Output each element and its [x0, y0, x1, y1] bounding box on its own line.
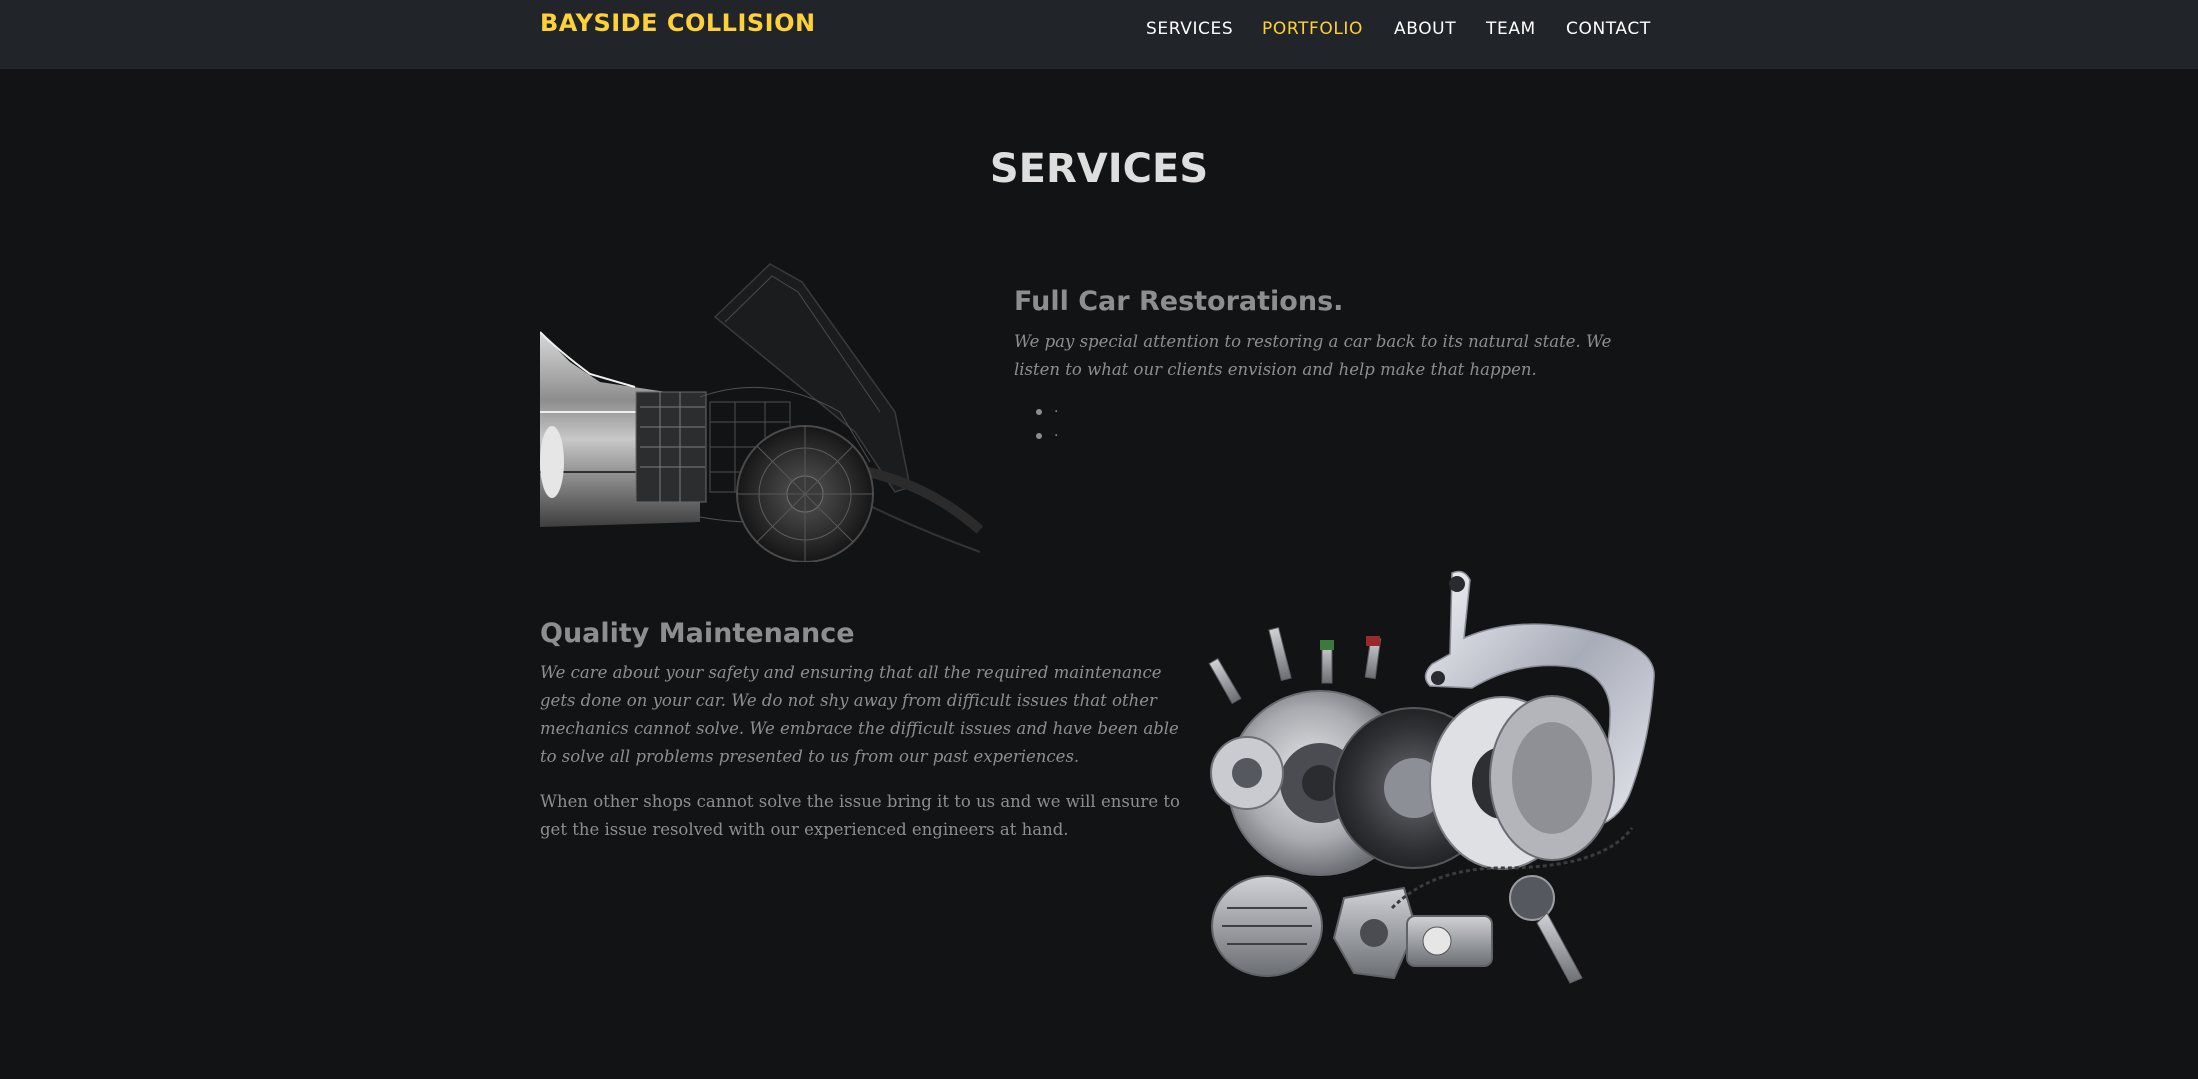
maintenance-description: We care about your safety and ensuring t… — [540, 663, 1179, 766]
maintenance-heading: Quality Maintenance — [540, 618, 855, 649]
navbar: BAYSIDE COLLISION SERVICES PORTFOLIO ABO… — [0, 0, 2198, 69]
nav-link-about[interactable]: ABOUT — [1394, 19, 1456, 39]
maintenance-note: When other shops cannot solve the issue … — [540, 792, 1180, 839]
restoration-bullet-list: . . — [1014, 400, 1058, 448]
services-section-title: SERVICES — [989, 146, 1209, 192]
car-blueprint-image — [540, 263, 984, 562]
nav-link-contact[interactable]: CONTACT — [1566, 19, 1651, 39]
brand-logo[interactable]: BAYSIDE COLLISION — [540, 9, 816, 37]
restoration-heading: Full Car Restorations. — [1014, 286, 1344, 317]
nav-link-portfolio[interactable]: PORTFOLIO — [1262, 19, 1363, 39]
list-item: . — [1014, 424, 1058, 448]
nav-link-services[interactable]: SERVICES — [1146, 19, 1233, 39]
list-item: . — [1014, 400, 1058, 424]
car-parts-image — [1208, 570, 1655, 984]
nav-link-team[interactable]: TEAM — [1486, 19, 1536, 39]
restoration-description: We pay special attention to restoring a … — [1014, 332, 1612, 379]
